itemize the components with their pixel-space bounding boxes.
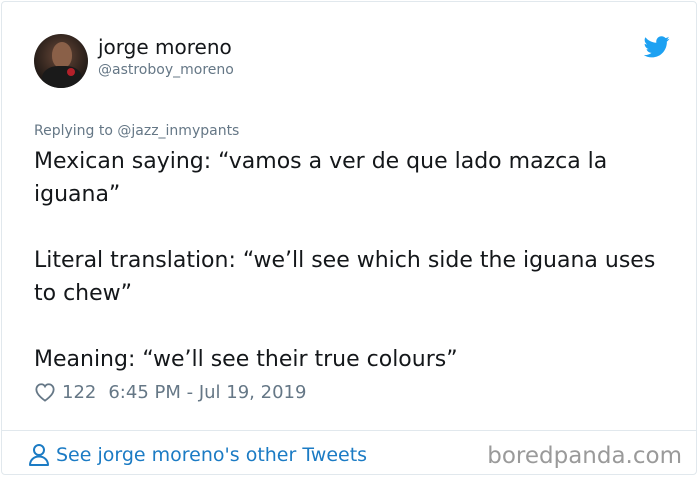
see-other-tweets-link[interactable]: See jorge moreno's other Tweets [28, 441, 367, 469]
footer-divider [2, 430, 696, 431]
twitter-bird-icon[interactable] [644, 36, 670, 58]
tweet-card: jorge moreno @astroboy_moreno Replying t… [1, 1, 697, 475]
tweet-text: Mexican saying: “vamos a ver de que lado… [34, 149, 656, 372]
watermark: boredpanda.com [487, 443, 682, 469]
heart-icon[interactable] [34, 382, 56, 402]
person-icon [29, 444, 49, 466]
like-count[interactable]: 122 [62, 382, 96, 403]
author-display-name[interactable]: jorge moreno [98, 34, 232, 60]
tweet-meta: 122 6:45 PM - Jul 19, 2019 [34, 379, 306, 405]
avatar-body [42, 66, 82, 88]
avatar-flower [67, 68, 75, 76]
see-other-tweets-label: See jorge moreno's other Tweets [56, 444, 368, 466]
replying-to[interactable]: Replying to @jazz_inmypants [34, 122, 239, 140]
tweet-timestamp[interactable]: 6:45 PM - Jul 19, 2019 [108, 382, 306, 403]
avatar-face [52, 42, 72, 68]
author-handle[interactable]: @astroboy_moreno [98, 61, 234, 79]
avatar[interactable] [34, 34, 88, 88]
